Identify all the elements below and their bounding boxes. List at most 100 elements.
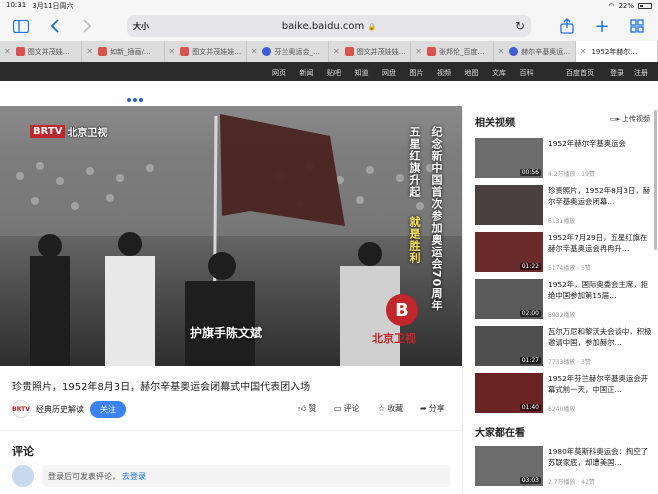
close-tab-icon[interactable]: ✕	[333, 47, 340, 56]
related-video-item[interactable]: 01:27 瓦尔万尼和黎沃夫会谈中，积极邀请中国，参加赫尔… 7733播放 · 3赞	[475, 326, 653, 366]
related-video-item[interactable]: 03:03 1980年莫斯科奥运会：掏空了苏联家底，却遭美国… 2.7万播放 · 4…	[475, 446, 653, 486]
author-avatar[interactable]: BRTV	[12, 400, 30, 418]
header-strip	[0, 81, 658, 106]
video-item-title[interactable]: 1980年莫斯科奥运会：掏空了苏联家底，却遭美国…	[548, 446, 652, 468]
video-duration: 01:40	[519, 404, 541, 411]
video-thumbnail[interactable]: 03:03	[475, 446, 543, 486]
nav-item-0[interactable]: 网页	[272, 68, 286, 78]
tab-overview-icon[interactable]	[628, 17, 646, 35]
nav-right-1[interactable]: 登录	[610, 68, 624, 78]
video-duration: 01:27	[519, 357, 541, 364]
tab-4[interactable]: ✕ 图文并茂娃娃…	[329, 41, 412, 62]
related-video-item[interactable]: 01:40 1952年芬兰赫尔辛基奥运会开幕式前一天，中国正… 6240播放	[475, 373, 653, 413]
brtv-logo: BRTV 北京卫视	[30, 123, 107, 139]
related-video-item[interactable]: 00:56 1952年赫尔辛基奥运会 4.2万播放 · 19赞	[475, 138, 653, 178]
nav-item-2[interactable]: 贴吧	[327, 68, 341, 78]
related-video-item[interactable]: 01:22 1952年7月29日，五星红旗在赫尔辛基奥运会冉冉升… 5174播放 ·…	[475, 232, 653, 272]
nav-item-7[interactable]: 地图	[465, 68, 479, 78]
tab-1[interactable]: ✕ 如新_插画/…	[82, 41, 165, 62]
nav-right-2[interactable]: 注册	[634, 68, 648, 78]
video-thumbnail[interactable]: 01:27	[475, 326, 543, 366]
close-tab-icon[interactable]: ✕	[169, 47, 176, 56]
browser-window: 10:31 3月11日周六 ◠ 22% 大小 baike.baidu.com 🔒…	[0, 0, 658, 494]
video-item-title[interactable]: 1952年7月29日，五星红旗在赫尔辛基奥运会冉冉升…	[548, 232, 652, 254]
nav-item-3[interactable]: 知道	[355, 68, 369, 78]
video-thumbnail[interactable]: 01:40	[475, 373, 543, 413]
share-button[interactable]: ➦ 分享	[420, 403, 445, 414]
follow-button[interactable]: 关注	[90, 400, 126, 418]
favicon-icon	[262, 47, 272, 56]
close-tab-icon[interactable]: ✕	[251, 47, 258, 56]
tab-0[interactable]: ✕ 图文并茂娃…	[0, 41, 83, 62]
user-avatar	[12, 465, 34, 487]
tab-3[interactable]: ✕ 芬兰奥运会_…	[247, 41, 329, 62]
tab-label: 张邦伦_百度…	[438, 47, 485, 56]
battery-level: 22%	[618, 1, 634, 10]
author-name[interactable]: 经典历史解读	[36, 404, 84, 415]
nav-item-1[interactable]: 新闻	[300, 68, 314, 78]
comment-box: 登录后可发表评论， 去登录	[12, 465, 450, 487]
login-link[interactable]: 去登录	[122, 471, 146, 482]
video-thumbnail[interactable]: 02:00	[475, 279, 543, 319]
collect-button[interactable]: ☆ 收藏	[378, 403, 403, 414]
forward-icon[interactable]	[78, 17, 96, 35]
tab-2[interactable]: ✕ 图文并茂娃娃…	[165, 41, 247, 62]
video-item-title[interactable]: 1952年芬兰赫尔辛基奥运会开幕式前一天，中国正…	[548, 373, 652, 395]
related-video-item[interactable]: 02:00 1952年，国际奥委会主席，拒绝中国参加第15届… 8932播放	[475, 279, 653, 319]
address-bar[interactable]: 大小 baike.baidu.com 🔒 ↻	[127, 15, 531, 37]
video-item-title[interactable]: 瓦尔万尼和黎沃夫会谈中，积极邀请中国，参加赫尔…	[548, 326, 652, 348]
upload-video-button[interactable]: ▭▸ 上传视频	[610, 114, 650, 124]
video-thumbnail[interactable]: 00:56	[475, 138, 543, 178]
comments-heading: 评论	[12, 445, 34, 458]
video-item-title[interactable]: 1952年赫尔辛基奥运会	[548, 138, 652, 149]
back-icon[interactable]	[46, 17, 64, 35]
divider	[0, 430, 462, 431]
tab-6[interactable]: ✕ 赫尔辛基奥运…	[494, 41, 576, 62]
tab-label: 图文并茂娃…	[27, 47, 70, 56]
reload-icon[interactable]: ↻	[515, 19, 525, 33]
video-duration: 02:00	[519, 310, 541, 317]
overlay-text-victory: 就是胜利	[408, 216, 421, 264]
author-row: BRTV 经典历史解读 关注	[12, 400, 126, 418]
tab-label: 图文并茂娃娃…	[356, 47, 406, 56]
tab-5[interactable]: ✕ 张邦伦_百度…	[411, 41, 494, 62]
tab-label: 1952年赫尔…	[591, 47, 638, 56]
close-tab-icon[interactable]: ✕	[4, 47, 11, 56]
thumbs-up-icon: 👍︎	[298, 403, 307, 413]
video-item-title[interactable]: 珍贵照片，1952年8月3日，赫尔辛基奥运会闭幕…	[548, 185, 652, 207]
comment-input[interactable]: 登录后可发表评论， 去登录	[42, 465, 450, 487]
video-thumbnail[interactable]: 01:22	[475, 232, 543, 272]
scrollbar[interactable]	[654, 110, 657, 250]
nav-item-5[interactable]: 图片	[410, 68, 424, 78]
tab-7[interactable]: ✕ 1952年赫尔…	[575, 41, 658, 62]
share-icon[interactable]	[558, 17, 576, 35]
sidebar-icon[interactable]	[12, 17, 30, 35]
close-tab-icon[interactable]: ✕	[86, 47, 93, 56]
video-item-meta: 5174播放 · 5赞	[548, 265, 591, 272]
close-tab-icon[interactable]: ✕	[415, 47, 422, 56]
channel-logo: B	[386, 294, 418, 326]
video-player[interactable]: BRTV 北京卫视 纪念新中国首次参加奥运会70周年 五星红旗升起 就是胜利 护…	[0, 106, 462, 366]
close-tab-icon[interactable]: ✕	[580, 47, 587, 56]
close-tab-icon[interactable]: ✕	[498, 47, 505, 56]
comment-button[interactable]: ▭ 评论	[334, 403, 360, 414]
star-icon: ☆	[378, 404, 386, 413]
nav-item-8[interactable]: 文库	[492, 68, 506, 78]
nav-item-6[interactable]: 视频	[437, 68, 451, 78]
new-tab-icon[interactable]: +	[593, 16, 611, 37]
channel-label: 北京卫视	[372, 332, 416, 345]
like-button[interactable]: 👍︎ 赞	[298, 403, 316, 414]
video-item-title[interactable]: 1952年，国际奥委会主席，拒绝中国参加第15届…	[548, 279, 652, 301]
nav-right-0[interactable]: 百度首页	[566, 68, 594, 78]
favicon-icon	[426, 47, 436, 56]
video-duration: 00:56	[519, 169, 541, 176]
favicon-icon	[344, 47, 354, 56]
related-video-item[interactable]: 珍贵照片，1952年8月3日，赫尔辛基奥运会闭幕… 6131播放	[475, 185, 653, 225]
nav-item-9[interactable]: 百科	[520, 68, 534, 78]
nav-item-4[interactable]: 网盘	[382, 68, 396, 78]
video-thumbnail[interactable]	[475, 185, 543, 225]
favicon-icon	[97, 47, 107, 56]
video-item-meta: 7733播放 · 3赞	[548, 359, 591, 366]
tab-label: 赫尔辛基奥运…	[521, 47, 571, 56]
video-title: 珍贵照片，1952年8月3日，赫尔辛基奥运会闭幕式中国代表团入场	[12, 382, 311, 393]
